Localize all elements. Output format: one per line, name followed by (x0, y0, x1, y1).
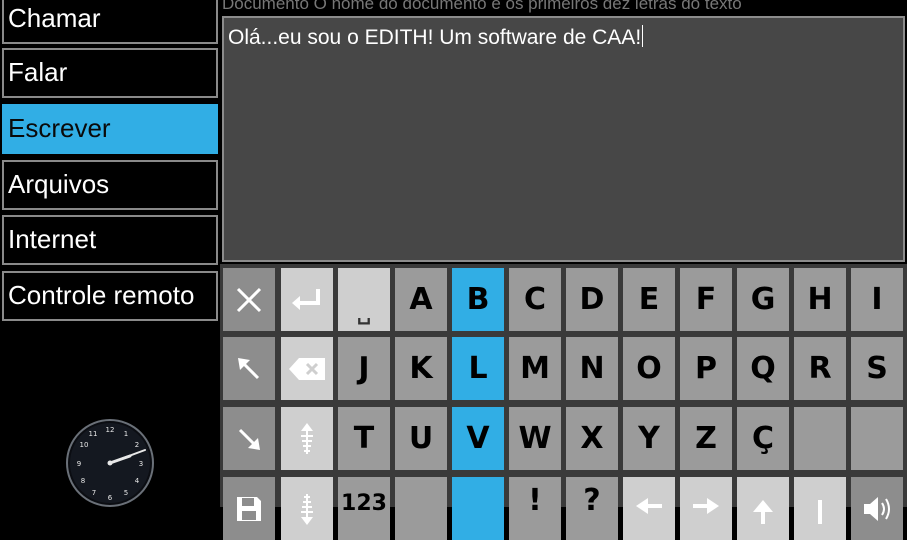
document-header: Documento O nome do documento e os prime… (222, 0, 742, 13)
key-o[interactable]: O (623, 337, 675, 400)
svg-text:4: 4 (135, 477, 140, 485)
empty-key[interactable] (794, 407, 846, 470)
key-x[interactable]: X (566, 407, 618, 470)
key-u[interactable]: U (395, 407, 447, 470)
arrow-up-icon (753, 499, 773, 524)
key-e[interactable]: E (623, 268, 675, 331)
svg-text:1: 1 (124, 430, 128, 438)
key-c[interactable]: C (509, 268, 561, 331)
menu-item-falar[interactable]: Falar (2, 48, 218, 98)
cursor-up-key[interactable] (737, 477, 789, 540)
numbers-key[interactable]: 123 (338, 477, 390, 540)
document-text-area[interactable]: Olá...eu sou o EDITH! Um software de CAA… (222, 16, 905, 262)
key-exclamation[interactable]: ! (509, 477, 561, 540)
arrow-left-icon (636, 497, 662, 514)
key-i[interactable]: I (851, 268, 903, 331)
cursor-up-left-key[interactable] (223, 337, 275, 400)
cursor-down-key[interactable] (794, 477, 846, 540)
key-n[interactable]: N (566, 337, 618, 400)
clock-widget: 12 1 2 3 4 5 6 7 8 9 10 11 (60, 415, 160, 507)
arrow-up-left-icon (238, 357, 260, 379)
key-d[interactable]: D (566, 268, 618, 331)
key-b[interactable]: B (452, 268, 504, 331)
backspace-key[interactable] (281, 337, 333, 400)
svg-text:8: 8 (81, 477, 85, 485)
key-p[interactable]: P (680, 337, 732, 400)
key-g[interactable]: G (737, 268, 789, 331)
svg-text:12: 12 (106, 426, 115, 434)
key-question[interactable]: ? (566, 477, 618, 540)
scroll-down-icon (301, 493, 313, 525)
svg-text:2: 2 (135, 441, 139, 449)
key-z[interactable]: Z (680, 407, 732, 470)
empty-key[interactable] (395, 477, 447, 540)
backspace-icon (289, 357, 325, 380)
key-c-cedilla[interactable]: Ç (737, 407, 789, 470)
highlighted-key[interactable] (452, 477, 504, 540)
key-l[interactable]: L (452, 337, 504, 400)
svg-text:5: 5 (124, 489, 128, 497)
enter-key[interactable] (281, 268, 333, 331)
speaker-icon (864, 496, 890, 521)
close-icon (236, 287, 262, 312)
speak-key[interactable] (851, 477, 903, 540)
svg-text:9: 9 (77, 460, 81, 468)
menu-item-arquivos[interactable]: Arquivos (2, 160, 218, 210)
menu-item-chamar[interactable]: Chamar (2, 0, 218, 44)
empty-key[interactable] (851, 407, 903, 470)
cursor-left-key[interactable] (623, 477, 675, 540)
svg-text:3: 3 (139, 460, 143, 468)
key-m[interactable]: M (509, 337, 561, 400)
svg-text:10: 10 (80, 441, 89, 449)
key-s[interactable]: S (851, 337, 903, 400)
scroll-up-icon (301, 422, 313, 454)
svg-text:7: 7 (92, 489, 96, 497)
key-q[interactable]: Q (737, 337, 789, 400)
key-w[interactable]: W (509, 407, 561, 470)
document-text: Olá...eu sou o EDITH! Um software de CAA… (228, 26, 642, 49)
svg-text:11: 11 (89, 430, 98, 438)
arrow-down-right-icon (238, 428, 260, 450)
menu-item-controle-remoto[interactable]: Controle remoto (2, 271, 218, 321)
key-t[interactable]: T (338, 407, 390, 470)
key-f[interactable]: F (680, 268, 732, 331)
clear-key[interactable] (223, 268, 275, 331)
save-key[interactable] (223, 477, 275, 540)
key-y[interactable]: Y (623, 407, 675, 470)
cursor-right-key[interactable] (680, 477, 732, 540)
key-v[interactable]: V (452, 407, 504, 470)
menu-item-escrever[interactable]: Escrever (2, 104, 218, 154)
save-icon (237, 496, 261, 521)
key-j[interactable]: J (338, 337, 390, 400)
key-h[interactable]: H (794, 268, 846, 331)
scroll-down-key[interactable] (281, 477, 333, 540)
text-cursor (642, 25, 644, 47)
key-a[interactable]: A (395, 268, 447, 331)
key-r[interactable]: R (794, 337, 846, 400)
menu-item-internet[interactable]: Internet (2, 215, 218, 265)
space-key[interactable]: ␣ (338, 268, 390, 331)
cursor-down-right-key[interactable] (223, 407, 275, 470)
clock-icon: 12 1 2 3 4 5 6 7 8 9 10 11 (66, 419, 154, 507)
scroll-up-key[interactable] (281, 407, 333, 470)
arrow-down-icon (818, 499, 822, 524)
enter-icon (292, 288, 320, 310)
svg-text:6: 6 (108, 494, 113, 502)
arrow-right-icon (693, 497, 719, 514)
key-k[interactable]: K (395, 337, 447, 400)
